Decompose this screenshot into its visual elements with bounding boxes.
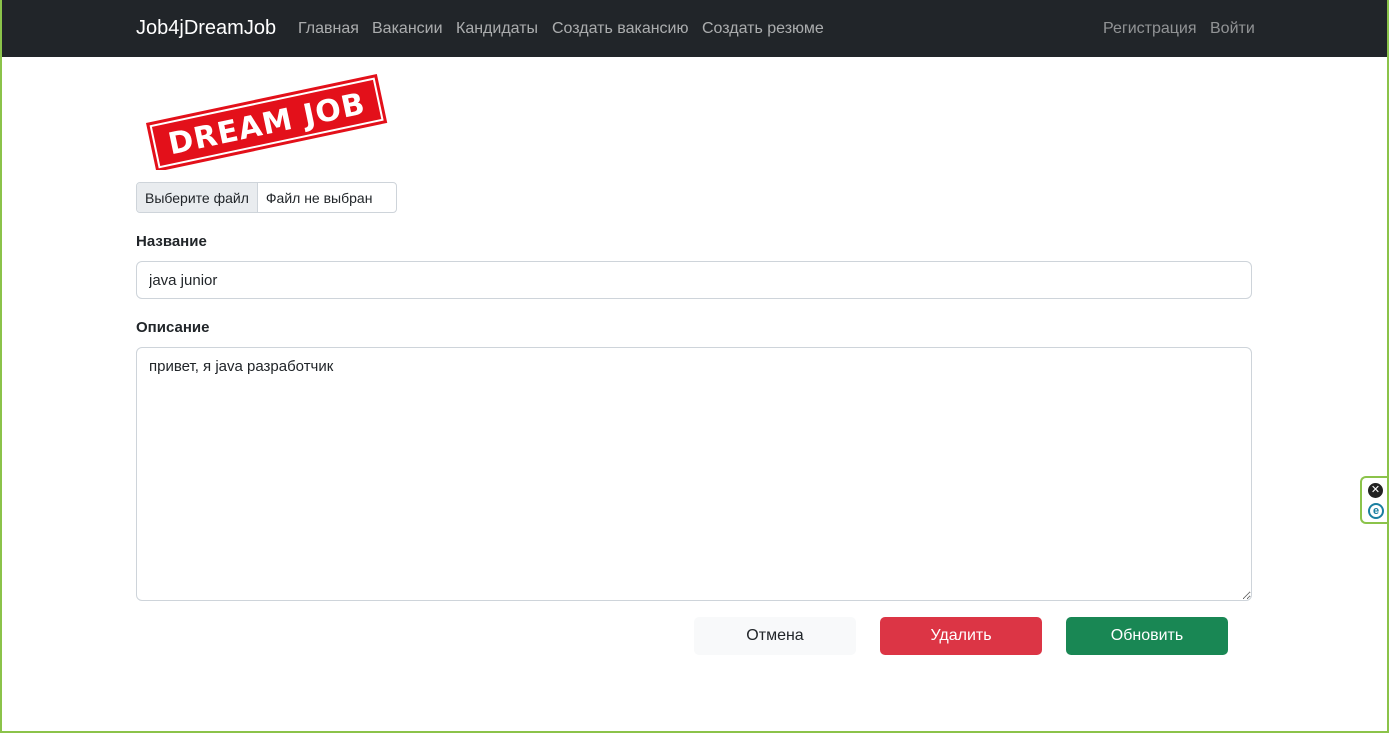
cancel-button[interactable]: Отмена — [694, 617, 856, 655]
delete-button[interactable]: Удалить — [880, 617, 1042, 655]
nav-link-create-vacancy[interactable]: Создать вакансию — [552, 20, 689, 38]
nav-link-candidates[interactable]: Кандидаты — [456, 20, 538, 38]
description-textarea[interactable]: привет, я java разработчик — [136, 347, 1252, 601]
close-icon[interactable]: ✕ — [1368, 483, 1383, 498]
nav-link-create-resume[interactable]: Создать резюме — [702, 20, 824, 38]
title-label: Название — [136, 233, 207, 250]
description-label: Описание — [136, 319, 210, 336]
choose-file-button[interactable]: Выберите файл — [137, 183, 258, 212]
nav-link-home[interactable]: Главная — [298, 20, 359, 38]
nav-link-register[interactable]: Регистрация — [1103, 20, 1197, 38]
nav-link-vacancies[interactable]: Вакансии — [372, 20, 443, 38]
extension-widget: ✕ e — [1360, 476, 1389, 524]
nav-link-login[interactable]: Войти — [1210, 20, 1255, 38]
file-input[interactable]: Выберите файл Файл не выбран — [136, 182, 397, 213]
dream-job-logo: DREAM JOB — [146, 73, 388, 170]
file-status: Файл не выбран — [265, 189, 373, 206]
navbar-brand[interactable]: Job4jDreamJob — [136, 17, 276, 40]
update-button[interactable]: Обновить — [1066, 617, 1228, 655]
title-input[interactable] — [136, 261, 1252, 299]
navbar: Job4jDreamJob Главная Вакансии Кандидаты… — [2, 0, 1387, 57]
e-icon[interactable]: e — [1368, 503, 1384, 519]
